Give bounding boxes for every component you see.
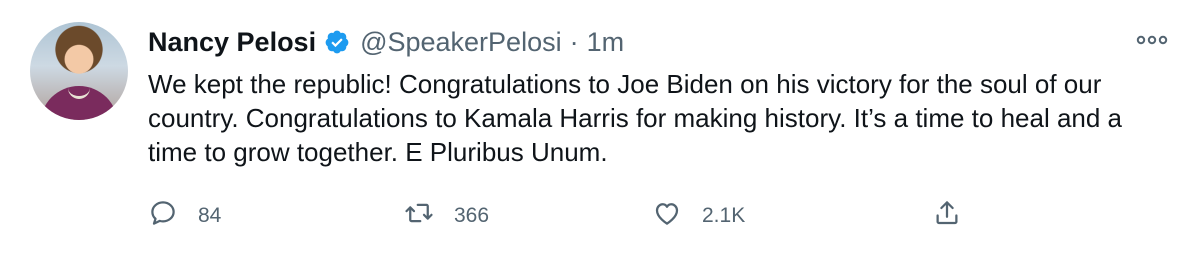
reply-count: 84 (198, 204, 222, 227)
verified-badge-icon (324, 29, 350, 55)
retweet-count: 366 (454, 204, 490, 227)
author-handle[interactable]: @SpeakerPelosi (360, 25, 562, 59)
author-name[interactable]: Nancy Pelosi (148, 25, 316, 59)
tweet: Nancy Pelosi @SpeakerPelosi · 1m We kept… (0, 0, 1200, 254)
tweet-header: Nancy Pelosi @SpeakerPelosi · 1m (148, 25, 624, 59)
more-options-icon[interactable] (1134, 30, 1170, 50)
like-icon (652, 198, 682, 234)
retweet-button[interactable]: 366 (404, 198, 652, 234)
share-icon (932, 198, 962, 234)
like-count: 2.1K (702, 204, 746, 227)
timestamp[interactable]: 1m (587, 25, 625, 59)
tweet-actions: 84 366 2.1K (148, 196, 962, 236)
like-button[interactable]: 2.1K (652, 198, 932, 234)
reply-icon (148, 198, 178, 234)
avatar[interactable] (30, 22, 128, 120)
reply-button[interactable]: 84 (148, 198, 404, 234)
tweet-text: We kept the republic! Congratulations to… (148, 69, 1123, 167)
retweet-icon (404, 198, 434, 234)
separator-dot: · (569, 27, 579, 57)
share-button[interactable] (932, 198, 962, 234)
